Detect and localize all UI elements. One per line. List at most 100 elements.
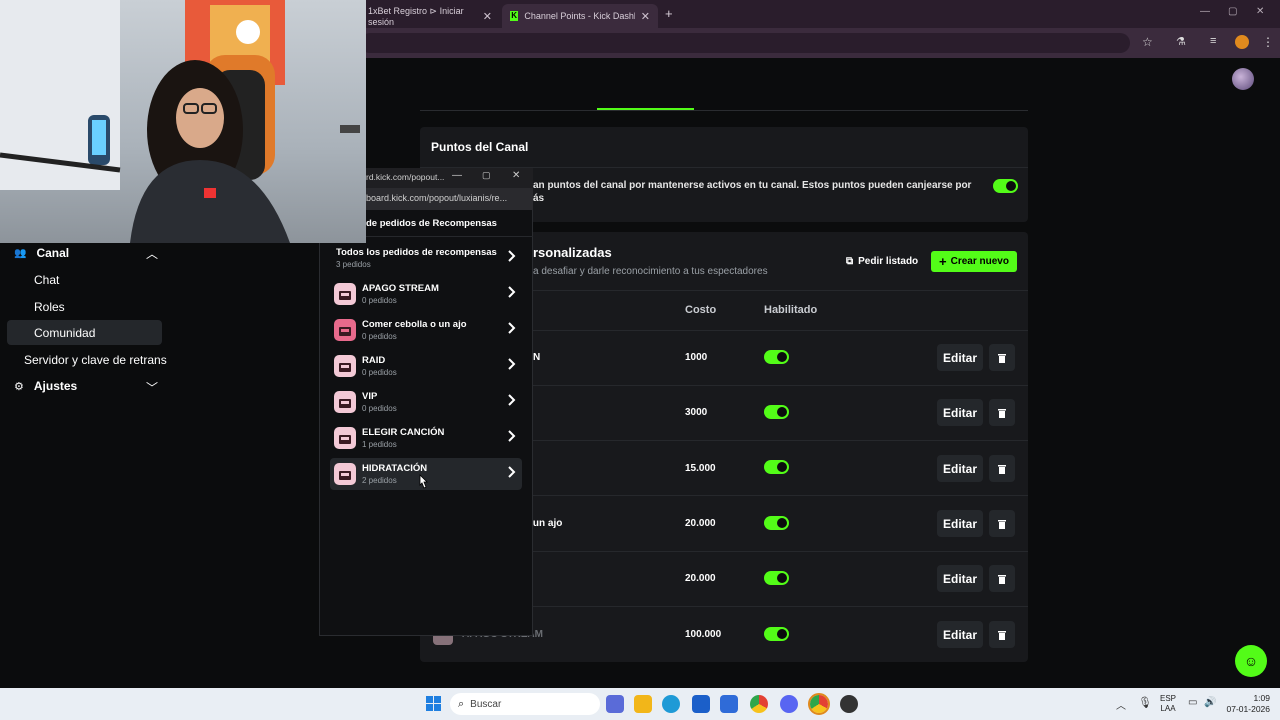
sidebar-item-comunidad[interactable]: Comunidad [34, 326, 95, 340]
teams-icon[interactable] [606, 695, 624, 713]
menu-kebab-icon[interactable]: ⋮ [1262, 35, 1274, 49]
rewards-title: rsonalizadas [533, 245, 612, 260]
reward-cost: 100.000 [685, 629, 722, 640]
sidebar-item-roles[interactable]: Roles [34, 300, 65, 314]
popout-minimize-icon[interactable]: — [452, 170, 462, 181]
trash-icon[interactable] [989, 344, 1015, 371]
sidebar-item-ajustes[interactable]: ⚙ Ajustes [14, 379, 77, 393]
discord-icon[interactable] [780, 695, 798, 713]
extensions-icon[interactable]: ⚗ [1176, 35, 1186, 48]
crear-nuevo-button[interactable]: + Crear nuevo [931, 251, 1017, 272]
popout-header: de pedidos de Recompensas [366, 218, 497, 229]
reward-request-count: 0 pedidos [362, 368, 397, 377]
reward-enabled-toggle[interactable] [764, 350, 789, 364]
microphone-icon[interactable]: 🎙 [1138, 696, 1152, 709]
webcam-overlay [0, 0, 366, 243]
popout-url[interactable]: board.kick.com/popout/luxianis/re... [366, 193, 507, 203]
trash-icon[interactable] [989, 621, 1015, 648]
close-window-icon[interactable]: ✕ [1256, 6, 1264, 17]
all-requests-item[interactable]: Todos los pedidos de recompensas 3 pedid… [330, 242, 522, 274]
reward-request-count: 0 pedidos [362, 404, 397, 413]
reward-cost: 20.000 [685, 573, 716, 584]
minimize-icon[interactable]: — [1200, 6, 1210, 17]
obs-icon[interactable] [840, 695, 858, 713]
points-enabled-toggle[interactable] [993, 179, 1018, 193]
windows-start-icon[interactable] [426, 696, 441, 711]
trash-icon[interactable] [989, 565, 1015, 592]
trash-icon[interactable] [989, 455, 1015, 482]
language-indicator[interactable]: ESP LAA [1160, 694, 1176, 714]
bookmark-star-icon[interactable]: ☆ [1142, 35, 1153, 49]
popout-maximize-icon[interactable]: ▢ [482, 170, 491, 181]
reward-request-title: APAGO STREAM [362, 283, 439, 294]
user-avatar[interactable] [1232, 68, 1254, 90]
kick-logo-icon: K [510, 11, 519, 21]
tray-chevron-up-icon[interactable]: ︿ [1116, 697, 1126, 712]
rewards-subtitle: a desafiar y darle reconocimiento a tus … [533, 266, 768, 277]
reward-request-item[interactable]: APAGO STREAM 0 pedidos [330, 278, 522, 310]
mouse-cursor-icon [417, 474, 429, 495]
reward-enabled-toggle[interactable] [764, 516, 789, 530]
tab-1xbet[interactable]: 1xBet Registro ⊳ Iniciar sesión ✕ [360, 4, 500, 28]
edit-button[interactable]: Editar [937, 621, 983, 648]
edge-icon[interactable] [662, 695, 680, 713]
tabs-divider [420, 110, 1028, 111]
reward-enabled-toggle[interactable] [764, 405, 789, 419]
close-icon[interactable]: ✕ [483, 10, 492, 23]
outlook-icon[interactable] [720, 695, 738, 713]
reward-request-count: 0 pedidos [362, 296, 397, 305]
trash-icon[interactable] [989, 399, 1015, 426]
edit-button[interactable]: Editar [937, 399, 983, 426]
sidebar-item-servidor[interactable]: Servidor y clave de retrans [24, 353, 167, 367]
chevron-right-icon [508, 249, 516, 267]
media-icon[interactable]: ≡ [1210, 35, 1216, 47]
edit-button[interactable]: Editar [937, 510, 983, 537]
points-title: Puntos del Canal [431, 140, 529, 154]
reward-enabled-toggle[interactable] [764, 460, 789, 474]
edit-button[interactable]: Editar [937, 455, 983, 482]
support-chat-icon[interactable]: ☺ [1235, 645, 1267, 677]
tab-kick-dashboard[interactable]: K Channel Points - Kick Dashboard ✕ [502, 4, 658, 28]
clock[interactable]: 1:09 07-01-2026 [1226, 693, 1270, 715]
reward-enabled-toggle[interactable] [764, 571, 789, 585]
taskbar-search[interactable]: ⌕ Buscar [450, 693, 600, 715]
popout-close-icon[interactable]: ✕ [512, 170, 520, 181]
sidebar-section-canal[interactable]: 👥 Canal [14, 246, 69, 260]
profile-avatar-icon[interactable] [1235, 35, 1249, 49]
edit-button[interactable]: Editar [937, 565, 983, 592]
gift-icon [334, 427, 356, 449]
reward-request-item[interactable]: Comer cebolla o un ajo 0 pedidos [330, 314, 522, 346]
network-icon[interactable]: ▭ [1188, 697, 1197, 708]
gift-icon [334, 391, 356, 413]
reward-request-count: 0 pedidos [362, 332, 397, 341]
file-explorer-icon[interactable] [634, 695, 652, 713]
maximize-icon[interactable]: ▢ [1228, 6, 1237, 17]
chrome-icon[interactable] [750, 695, 768, 713]
reward-request-item[interactable]: RAID 0 pedidos [330, 350, 522, 382]
store-icon[interactable] [692, 695, 710, 713]
sidebar-item-chat[interactable]: Chat [34, 273, 59, 287]
reward-enabled-toggle[interactable] [764, 627, 789, 641]
gift-icon [334, 355, 356, 377]
reward-request-item[interactable]: ELEGIR CANCIÓN 1 pedidos [330, 422, 522, 454]
reward-request-title: ELEGIR CANCIÓN [362, 427, 445, 438]
trash-icon[interactable] [989, 510, 1015, 537]
reward-request-title: RAID [362, 355, 386, 366]
sidebar-settings-label: Ajustes [33, 379, 78, 393]
omnibox[interactable] [360, 33, 1130, 53]
volume-icon[interactable]: 🔊 [1204, 697, 1216, 708]
active-tab-indicator [597, 108, 694, 110]
chevron-up-icon[interactable]: ︿ [146, 245, 158, 262]
chevron-down-icon[interactable]: ﹀ [146, 379, 158, 396]
all-requests-title: Todos los pedidos de recompensas [336, 247, 497, 258]
chrome-profile-icon[interactable] [808, 693, 830, 715]
chevron-right-icon [508, 285, 516, 303]
edit-button[interactable]: Editar [937, 344, 983, 371]
chevron-right-icon [508, 465, 516, 483]
pedir-listado-button[interactable]: ⧉ Pedir listado [840, 251, 924, 272]
reward-request-item[interactable]: VIP 0 pedidos [330, 386, 522, 418]
new-tab-button[interactable]: + [665, 6, 673, 21]
points-description-1: an puntos del canal por mantenerse activ… [533, 180, 972, 191]
column-header-costo: Costo [685, 304, 717, 316]
close-icon[interactable]: ✕ [641, 10, 650, 23]
